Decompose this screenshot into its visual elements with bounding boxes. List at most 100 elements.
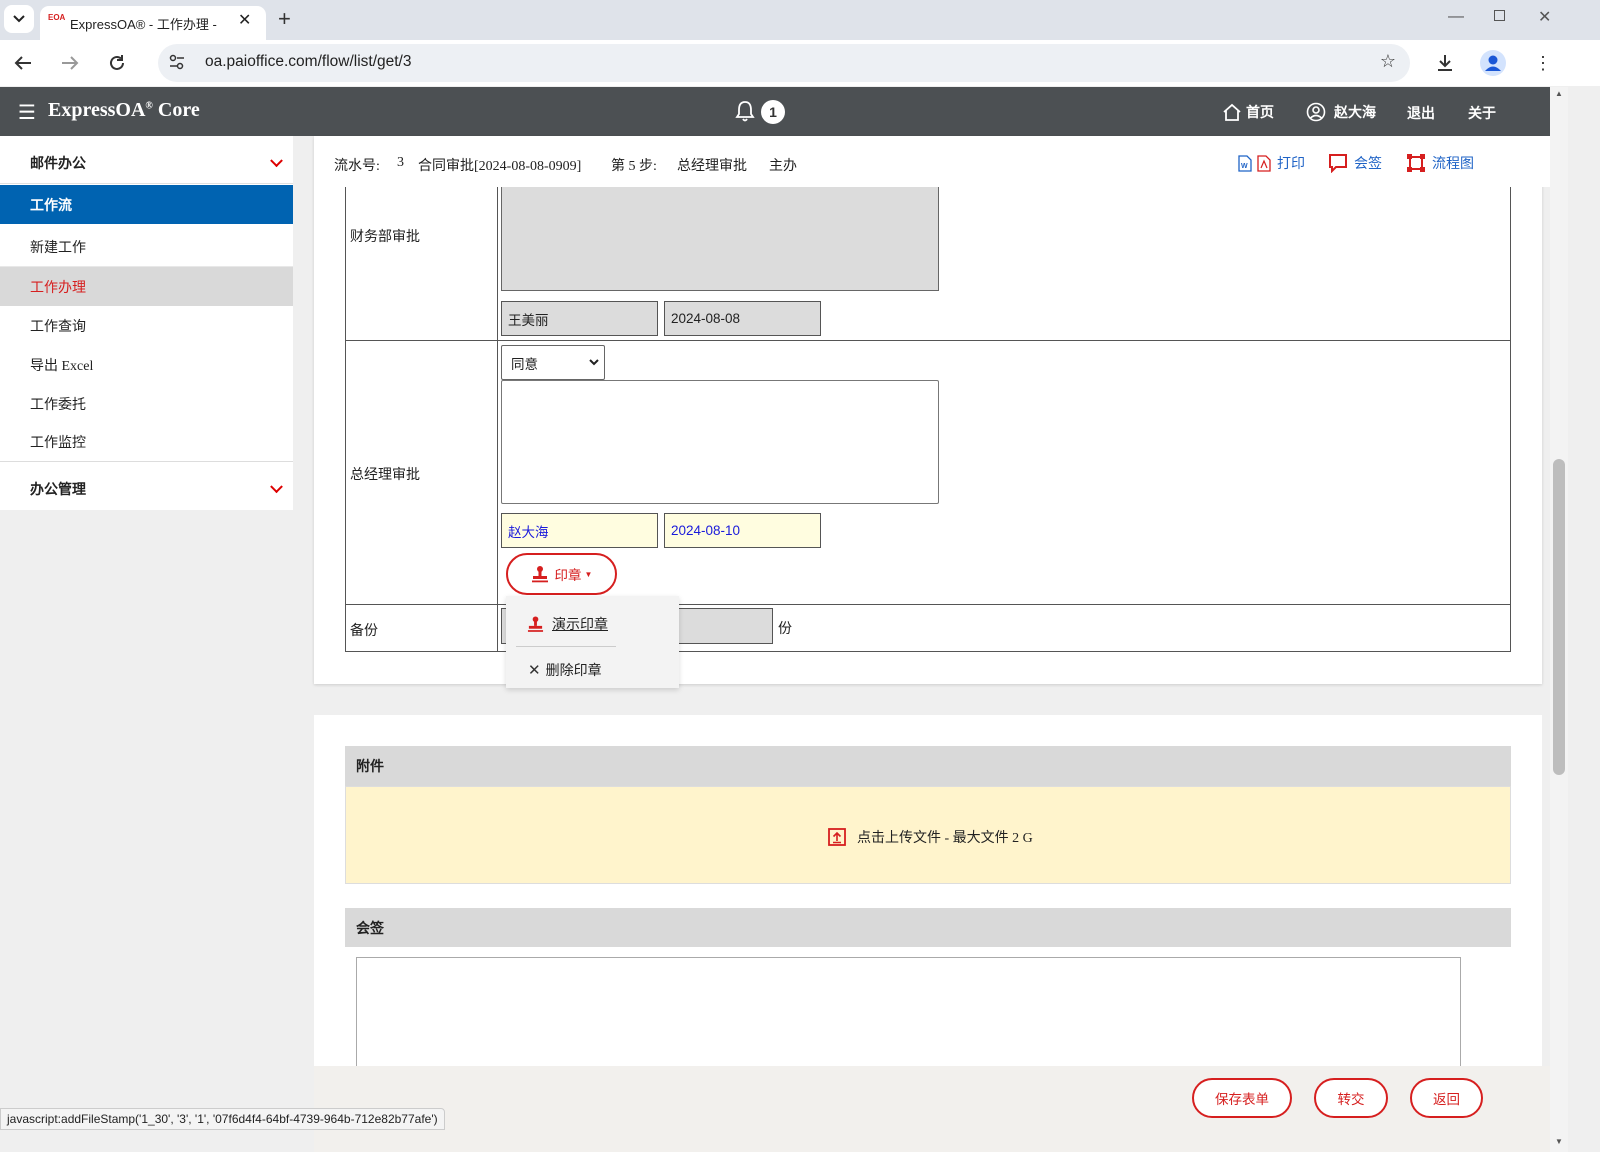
close-icon: ✕ [528, 662, 541, 679]
chevron-down-icon [270, 479, 283, 493]
hamburger-menu-icon[interactable]: ☰ [18, 100, 36, 125]
app-logo[interactable]: ExpressOA® Core [48, 99, 200, 122]
finance-signer-field: 王美丽 [501, 301, 658, 336]
flowchart-label: 流程图 [1432, 157, 1474, 172]
bookmark-star-icon[interactable]: ☆ [1380, 51, 1396, 72]
upload-icon [828, 828, 846, 846]
attachments-header: 附件 [345, 746, 1511, 786]
favicon-icon: EOA [48, 13, 66, 22]
transfer-label: 转交 [1337, 1092, 1365, 1107]
sidebar-item-export-excel[interactable]: 导出 Excel [0, 345, 293, 384]
url-text[interactable]: oa.paioffice.com/flow/list/get/3 [205, 53, 412, 71]
flow-info-bar: 流水号: 3 合同审批[2024-08-08-0909] 第 5 步: 总经理审… [314, 136, 1550, 187]
word-file-icon: W [1238, 154, 1252, 172]
close-icon[interactable]: ✕ [238, 10, 251, 30]
user-circle-icon [1306, 102, 1326, 122]
minimize-icon[interactable]: — [1448, 8, 1464, 26]
site-settings-icon[interactable] [168, 53, 186, 76]
upload-button[interactable]: 点击上传文件 - 最大文件 2 G [828, 827, 1033, 847]
sidebar-group-mail[interactable]: 邮件办公 [0, 142, 293, 184]
reload-icon[interactable] [102, 48, 132, 78]
nav-logout[interactable]: 退出 [1407, 103, 1435, 123]
sidebar-group-office[interactable]: 办公管理 [0, 467, 293, 510]
address-bar[interactable]: oa.paioffice.com/flow/list/get/3 ☆ [158, 44, 1410, 82]
chevron-down-icon [589, 359, 599, 366]
menu-item-delete-stamp[interactable]: ✕ 删除印章 [528, 660, 602, 680]
scrollbar-thumb[interactable] [1553, 459, 1565, 775]
status-link-preview: javascript:addFileStamp('1_30', '3', '1'… [0, 1108, 445, 1130]
stamp-icon [531, 566, 548, 583]
backup-label: 备份 [350, 624, 378, 639]
finance-approval-label: 财务部审批 [350, 230, 420, 245]
flowchart-icon [1407, 154, 1425, 172]
nav-home[interactable]: 首页 [1222, 102, 1274, 122]
bell-icon [735, 101, 755, 122]
notifications-button[interactable] [735, 100, 755, 127]
countersign-header: 会签 [345, 908, 1511, 947]
menu-divider [516, 646, 616, 647]
gm-opinion-select[interactable]: 同意 [501, 345, 605, 380]
save-form-label: 保存表单 [1215, 1092, 1269, 1107]
gm-signer-field[interactable]: 赵大海 [501, 513, 658, 548]
profile-avatar-icon[interactable] [1480, 50, 1506, 76]
sidebar-item-new-work[interactable]: 新建工作 [0, 228, 293, 267]
sidebar-group-mail-label: 邮件办公 [30, 156, 86, 172]
download-icon[interactable] [1430, 48, 1460, 78]
scroll-up-icon[interactable]: ▲ [1555, 89, 1563, 98]
stamp-dropdown-menu: 演示印章 ✕ 删除印章 [506, 596, 679, 688]
sidebar-item-monitoring[interactable]: 工作监控 [0, 423, 293, 462]
sidebar-group-workflow[interactable]: 工作流 [0, 185, 293, 224]
browser-menu-icon[interactable]: ⋮ [1528, 48, 1558, 78]
back-label: 返回 [1433, 1092, 1460, 1107]
sidebar-item-label: 工作查询 [30, 319, 86, 335]
stamp-button[interactable]: 印章 ▼ [506, 553, 617, 595]
sidebar-item-label: 工作委托 [30, 397, 86, 413]
stamp-icon [527, 616, 544, 632]
gm-date-field[interactable]: 2024-08-10 [664, 513, 821, 548]
countersign-label: 会签 [1354, 157, 1382, 172]
sidebar-item-delegation[interactable]: 工作委托 [0, 384, 293, 423]
svg-text:W: W [1241, 163, 1248, 170]
back-arrow-icon[interactable] [8, 48, 38, 78]
browser-tab[interactable]: EOA ExpressOA® - 工作办理 - ✕ [40, 6, 266, 40]
countersign-textarea[interactable] [356, 957, 1461, 1075]
back-button[interactable]: 返回 [1410, 1078, 1483, 1118]
tab-title: ExpressOA® - 工作办理 - [70, 17, 217, 32]
role-label: 主办 [769, 159, 797, 174]
countersign-button[interactable]: 会签 [1328, 153, 1382, 173]
nav-about[interactable]: 关于 [1468, 103, 1496, 123]
step-name: 总经理审批 [677, 159, 747, 174]
serial-label: 流水号: [334, 159, 380, 174]
sidebar-item-work-handling[interactable]: 工作办理 [0, 267, 293, 306]
step-label: 第 5 步: [611, 159, 657, 174]
scroll-down-icon[interactable]: ▼ [1555, 1137, 1563, 1146]
comment-icon [1329, 154, 1347, 173]
print-button[interactable]: W 打印 [1238, 153, 1305, 173]
page-scrollbar[interactable]: ▲ ▼ [1550, 87, 1568, 1152]
transfer-button[interactable]: 转交 [1314, 1078, 1388, 1118]
menu-item-demo-stamp[interactable]: 演示印章 [527, 614, 608, 634]
sidebar-item-label: 新建工作 [30, 241, 86, 256]
tab-search-button[interactable] [4, 5, 34, 33]
finance-date-field: 2024-08-08 [664, 301, 821, 336]
row-divider [345, 340, 1511, 341]
sidebar-group-office-label: 办公管理 [30, 482, 86, 498]
upload-dropzone[interactable]: 点击上传文件 - 最大文件 2 G [345, 786, 1511, 884]
gm-opinion-textarea[interactable] [501, 380, 939, 504]
nav-user-label: 赵大海 [1334, 106, 1376, 121]
gm-opinion-select-value: 同意 [511, 356, 538, 372]
nav-user[interactable]: 赵大海 [1306, 102, 1376, 122]
caret-down-icon: ▼ [584, 569, 593, 579]
sidebar-item-work-query[interactable]: 工作查询 [0, 306, 293, 345]
save-form-button[interactable]: 保存表单 [1192, 1078, 1292, 1118]
new-tab-button[interactable]: + [278, 6, 291, 32]
flowchart-button[interactable]: 流程图 [1406, 153, 1474, 173]
chevron-down-icon [270, 153, 283, 167]
finance-opinion-textarea [501, 185, 939, 291]
window-close-icon[interactable]: ✕ [1538, 7, 1551, 27]
sidebar-group-workflow-label: 工作流 [30, 198, 72, 214]
menu-item-label: 删除印章 [545, 664, 602, 679]
forward-arrow-icon[interactable] [55, 48, 85, 78]
backup-unit: 份 [778, 622, 792, 637]
restore-icon[interactable] [1494, 10, 1505, 21]
